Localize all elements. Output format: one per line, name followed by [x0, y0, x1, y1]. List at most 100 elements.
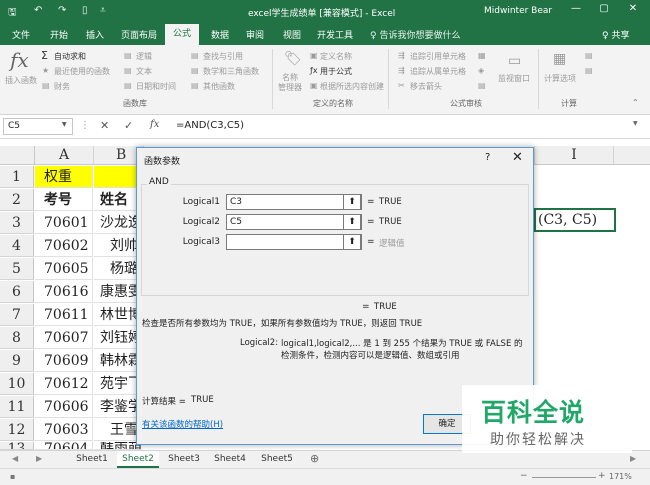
cell-b10[interactable]: 苑宇飞 — [94, 373, 142, 395]
create-from-selection-button[interactable]: 根据所选内容创建 — [320, 81, 384, 92]
autosum-button[interactable]: 自动求和 — [54, 51, 86, 62]
function-fx-icon[interactable]: fx — [10, 48, 29, 72]
row-header[interactable]: 10 — [0, 373, 34, 395]
row-header[interactable]: 5 — [0, 258, 34, 280]
cell-b1[interactable] — [94, 166, 142, 188]
cell-b6[interactable]: 康惠雯 — [94, 281, 142, 303]
cell-a9[interactable]: 70609 — [35, 350, 93, 372]
column-header-j[interactable] — [614, 146, 650, 165]
define-name-button[interactable]: 定义名称 — [320, 51, 352, 62]
other-functions-button[interactable]: 其他函数 — [203, 81, 235, 92]
watch-window-button[interactable]: 监视窗口 — [498, 73, 530, 84]
zoom-in-icon[interactable]: + — [598, 471, 606, 481]
cell-b12[interactable]: 王雪 — [94, 419, 142, 441]
cell-a1[interactable]: 权重 — [35, 166, 93, 188]
cell-a6[interactable]: 70616 — [35, 281, 93, 303]
enter-icon[interactable]: ✓ — [124, 119, 133, 132]
dialog-close-button[interactable]: ✕ — [512, 150, 523, 165]
column-header-i[interactable]: I — [534, 146, 614, 165]
collapse-dialog-icon[interactable]: ⬆ — [343, 214, 361, 230]
cell-b3[interactable]: 沙龙逸 — [94, 212, 142, 234]
tab-data[interactable]: 数据 — [211, 28, 229, 41]
cell-a4[interactable]: 70602 — [35, 235, 93, 257]
cell-b9[interactable]: 韩林霖 — [94, 350, 142, 372]
add-sheet-icon[interactable]: ⊕ — [310, 452, 319, 465]
error-check-icon[interactable]: ◈ — [478, 66, 484, 75]
use-in-formula-button[interactable]: 用于公式 — [320, 66, 352, 77]
redo-icon[interactable]: ↷ — [58, 5, 66, 16]
insert-function-button[interactable]: 插入函数 — [5, 75, 37, 86]
sheet-tab[interactable]: Sheet3 — [164, 451, 204, 468]
cancel-icon[interactable]: ✕ — [100, 119, 109, 132]
chevron-down-icon[interactable]: ▼ — [62, 121, 67, 128]
cell-b7[interactable]: 林世博 — [94, 304, 142, 326]
row-header[interactable]: 3 — [0, 212, 34, 234]
cell-a2[interactable]: 考号 — [35, 189, 93, 211]
scroll-right-icon[interactable]: ▶ — [630, 454, 636, 463]
row-header[interactable]: 12 — [0, 419, 34, 441]
row-header[interactable]: 13 — [0, 442, 34, 450]
cell-a5[interactable]: 70605 — [35, 258, 93, 280]
expand-formula-icon[interactable]: ▼ — [633, 120, 638, 127]
cell-a3[interactable]: 70601 — [35, 212, 93, 234]
sheet-tab[interactable]: Sheet5 — [257, 451, 297, 468]
name-manager-button[interactable]: 名称 管理器 — [278, 73, 302, 93]
formula-input[interactable]: =AND(C3,C5) — [176, 120, 244, 131]
recent-functions-button[interactable]: 最近使用的函数 — [54, 66, 110, 77]
row-header[interactable]: 11 — [0, 396, 34, 418]
column-header-a[interactable]: A — [35, 146, 94, 165]
tab-view[interactable]: 视图 — [283, 28, 301, 41]
row-header[interactable]: 8 — [0, 327, 34, 349]
customize-qa-icon[interactable]: ⩡ — [100, 5, 106, 16]
cell-a13[interactable]: 70604 — [35, 442, 93, 450]
cell-b13[interactable]: 韩雨萌 — [94, 442, 142, 450]
row-header[interactable]: 7 — [0, 304, 34, 326]
tab-home[interactable]: 开始 — [50, 28, 68, 41]
calc-options-button[interactable]: 计算选项 — [544, 73, 576, 84]
logical-button[interactable]: 逻辑 — [136, 51, 152, 62]
zoom-level[interactable]: 171% — [609, 472, 632, 481]
cell-b4[interactable]: 刘帅 — [94, 235, 142, 257]
minimize-button[interactable]: — — [567, 3, 585, 19]
new-doc-icon[interactable]: ▯ — [82, 5, 88, 16]
cell-b5[interactable]: 杨璐 — [94, 258, 142, 280]
sheet-tab[interactable]: Sheet4 — [210, 451, 250, 468]
logical2-input[interactable]: C5 — [226, 214, 362, 230]
calc-sheet-icon[interactable]: ▤ — [585, 66, 593, 75]
user-name[interactable]: Midwinter Bear — [484, 6, 552, 16]
sheet-tab-active[interactable]: Sheet2 — [117, 451, 159, 468]
evaluate-formula-icon[interactable]: ▤ — [478, 81, 486, 90]
cell-b8[interactable]: 刘钰婷 — [94, 327, 142, 349]
trace-dependents-button[interactable]: 追踪从属单元格 — [410, 66, 466, 77]
row-header[interactable]: 2 — [0, 189, 34, 211]
math-button[interactable]: 数学和三角函数 — [203, 66, 259, 77]
lookup-button[interactable]: 查找与引用 — [203, 51, 243, 62]
trace-precedents-button[interactable]: 追踪引用单元格 — [410, 51, 466, 62]
row-header[interactable]: 1 — [0, 166, 34, 188]
financial-button[interactable]: 财务 — [54, 81, 70, 92]
collapse-dialog-icon[interactable]: ⬆ — [343, 194, 361, 210]
collapse-ribbon-icon[interactable]: ⌃ — [632, 98, 639, 107]
row-header[interactable]: 6 — [0, 281, 34, 303]
tab-insert[interactable]: 插入 — [86, 28, 104, 41]
collapse-dialog-icon[interactable]: ⬆ — [343, 234, 361, 250]
sheet-tab[interactable]: Sheet1 — [72, 451, 112, 468]
remove-arrows-button[interactable]: 移去箭头 — [410, 81, 442, 92]
cell-a10[interactable]: 70612 — [35, 373, 93, 395]
datetime-button[interactable]: 日期和时间 — [136, 81, 176, 92]
zoom-out-icon[interactable]: − — [520, 471, 528, 481]
cell-b2[interactable]: 姓名 — [94, 189, 142, 211]
undo-icon[interactable]: ↶ — [34, 5, 42, 16]
cell-a7[interactable]: 70611 — [35, 304, 93, 326]
tab-developer[interactable]: 开发工具 — [317, 28, 353, 41]
select-all-corner[interactable] — [0, 146, 35, 165]
logical3-input[interactable] — [226, 234, 362, 250]
restore-button[interactable]: ▢ — [595, 3, 613, 19]
tell-me-search[interactable]: ♀ 告诉我你想要做什么 — [370, 28, 460, 41]
logical1-input[interactable]: C3 — [226, 194, 362, 210]
cell-a11[interactable]: 70606 — [35, 396, 93, 418]
tab-review[interactable]: 审阅 — [246, 28, 264, 41]
tab-file[interactable]: 文件 — [12, 28, 30, 41]
active-cell-editor[interactable]: (C3, C5) — [534, 208, 616, 232]
dialog-help-button[interactable]: ? — [485, 152, 490, 163]
